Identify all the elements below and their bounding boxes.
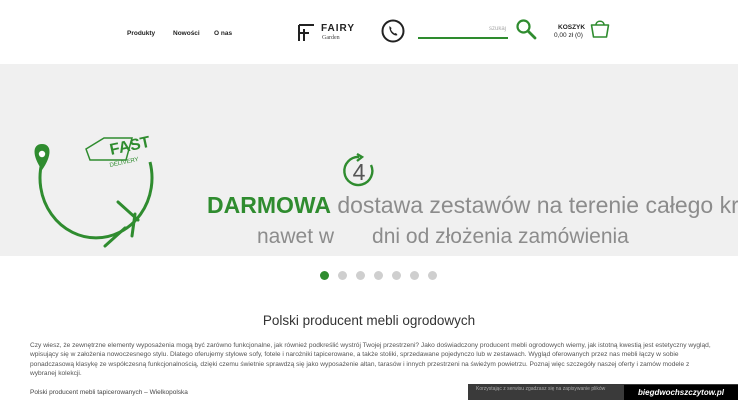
logo-title: FAIRY [321,23,356,34]
nav-item-nowosci[interactable]: Nowości [173,30,200,37]
fairy-logo-icon [298,24,314,41]
site-logo[interactable]: FAIRY Garden [297,20,359,46]
logo-subtitle: Garden [322,35,340,41]
site-header: Produkty Nowości O nas FAIRY Garden KOSZ… [0,0,738,64]
cookie-text: Korzystając z serwisu zgadzasz się na za… [476,386,606,392]
banner-line1: DARMOWA dostawa zestawów na terenie całe… [207,192,738,219]
banner-line2-before: nawet w [257,225,335,248]
search-input[interactable] [418,20,508,39]
slider-dot-3[interactable] [356,271,365,280]
slider-dot-1[interactable] [320,271,329,280]
slider-dot-7[interactable] [428,271,437,280]
slider-dot-6[interactable] [410,271,419,280]
section-subtext: Polski producent mebli tapicerowanych – … [30,389,188,396]
days-number: 4 [353,159,366,185]
slider-dot-4[interactable] [374,271,383,280]
nav-item-o-nas[interactable]: O nas [214,30,232,37]
cart-icon[interactable] [590,17,610,39]
watermark: biegdwochszczytow.pl [624,385,738,400]
slider-dot-2[interactable] [338,271,347,280]
section-description: Czy wiesz, że zewnętrzne elementy wyposa… [30,342,711,377]
banner-line2-after: dni od złożenia zamówienia [372,225,629,248]
banner-line2: nawet w dni od złożenia zamówienia [257,225,629,249]
cart-label[interactable]: KOSZYK [558,24,585,31]
badge-delivery: DELIVERY [109,157,139,169]
nav-item-produkty[interactable]: Produkty [127,30,155,37]
section-title: Polski producent mebli ogrodowych [262,313,476,328]
phone-icon[interactable] [381,19,405,43]
search-icon[interactable] [515,18,537,40]
banner-line1-text: dostawa zestawów na terenie całego kraju [337,192,738,218]
delivery-route-icon: FAST DELIVERY [34,134,154,248]
cart-value[interactable]: 0,00 zł (0) [554,32,583,39]
slider-dot-5[interactable] [392,271,401,280]
banner-highlight: DARMOWA [207,192,331,218]
number-circle-icon: 4 [343,153,374,187]
